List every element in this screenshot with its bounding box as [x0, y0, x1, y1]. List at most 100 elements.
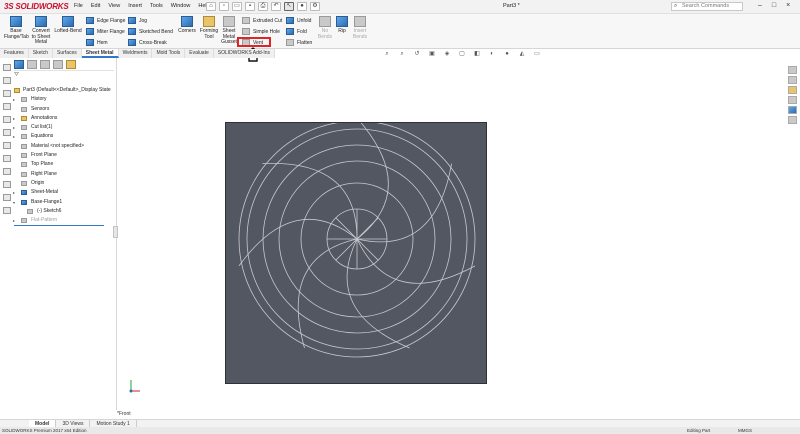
unfold-button[interactable]: Unfold [286, 17, 311, 24]
menu-tools[interactable]: Tools [150, 3, 163, 9]
view-palette-icon[interactable] [788, 96, 797, 104]
minimize-icon[interactable]: – [758, 2, 762, 9]
tree-expander-icon[interactable]: ▸ [13, 95, 15, 104]
menu-file[interactable]: File [74, 3, 83, 9]
options-icon[interactable]: ⚙ [310, 2, 320, 11]
tab-sheet-metal[interactable]: Sheet Metal [81, 49, 119, 58]
tree-expander-icon[interactable]: ▸ [13, 123, 15, 132]
configuration-manager-icon[interactable] [40, 60, 50, 69]
tree-item[interactable]: Material <not specified> [0, 142, 117, 151]
tree-item[interactable]: Right Plane [0, 170, 117, 179]
extruded-cut-button[interactable]: Extruded Cut [242, 17, 282, 24]
tree-tool-icon[interactable] [3, 64, 11, 71]
home-icon[interactable]: ⌂ [206, 2, 216, 11]
tree-expander-icon[interactable]: ▸ [13, 188, 15, 197]
tree-collapse-handle[interactable] [113, 226, 118, 238]
search-input[interactable]: ⌕ Search Commands [671, 2, 743, 11]
filter-icon[interactable]: ⛛ [14, 72, 19, 79]
corners-button[interactable]: Corners [177, 16, 197, 35]
appearances-icon[interactable] [788, 106, 797, 114]
dynamic-annotation-icon[interactable]: ◈ [442, 51, 452, 58]
lofted-bend-button[interactable]: Lofted-Bend [54, 16, 82, 35]
apply-scene-icon[interactable]: ◭ [517, 51, 527, 58]
tree-item[interactable]: Top Plane [0, 160, 117, 169]
tab-surfaces[interactable]: Surfaces [53, 49, 82, 58]
design-library-icon[interactable] [788, 76, 797, 84]
no-bends-button[interactable]: No Bends [316, 16, 334, 40]
tab-add-ins[interactable]: SOLIDWORKS Add-Ins [213, 49, 276, 58]
tree-tool-icon[interactable] [3, 90, 11, 97]
sketched-bend-button[interactable]: Sketched Bend [128, 28, 173, 35]
solidworks-resources-icon[interactable] [788, 66, 797, 74]
tree-item[interactable]: ▾ Base-Flange1 [0, 198, 117, 207]
solidworks-logo[interactable]: 3S SOLIDWORKS [4, 2, 69, 11]
miter-flange-button[interactable]: Miter Flange [86, 28, 125, 35]
tab-sketch[interactable]: Sketch [28, 49, 54, 58]
tree-item[interactable]: ▸ Cut list(1) [0, 123, 117, 132]
maximize-icon[interactable]: □ [772, 2, 776, 9]
tree-root[interactable]: Part3 (Default<<Default>_Display State [0, 86, 117, 95]
fold-button[interactable]: Fold [286, 28, 307, 35]
tree-tool-icon[interactable] [3, 155, 11, 162]
tree-expander-icon[interactable]: ▸ [13, 216, 15, 225]
insert-bends-button[interactable]: Insert Bends [351, 16, 369, 40]
tree-item[interactable]: ▸ Equations [0, 132, 117, 141]
section-view-icon[interactable]: ▣ [427, 51, 437, 58]
tree-expander-icon[interactable]: ▸ [13, 114, 15, 123]
hide-show-items-icon[interactable]: ◐ [487, 51, 497, 58]
tree-tool-icon[interactable] [3, 168, 11, 175]
tree-tool-icon[interactable] [3, 207, 11, 214]
tab-mold-tools[interactable]: Mold Tools [152, 49, 186, 58]
new-document-icon[interactable]: ▫ [219, 2, 229, 11]
save-icon[interactable]: ▪ [245, 2, 255, 11]
previous-view-icon[interactable]: ↺ [412, 51, 422, 58]
tree-expander-icon[interactable]: ▸ [13, 132, 15, 141]
hem-button[interactable]: Hem [86, 39, 108, 46]
vent-sketch[interactable] [226, 117, 488, 385]
display-style-icon[interactable]: ◧ [472, 51, 482, 58]
close-icon[interactable]: × [786, 2, 790, 9]
feature-manager-icon[interactable] [14, 60, 24, 69]
tree-tool-icon[interactable] [3, 116, 11, 123]
property-manager-icon[interactable] [27, 60, 37, 69]
tree-item[interactable]: (-) Sketch6 [0, 207, 117, 216]
menu-edit[interactable]: Edit [91, 3, 100, 9]
tree-item[interactable]: Sensors [0, 105, 117, 114]
zoom-to-fit-icon[interactable]: ⌕ [382, 51, 392, 58]
tree-expander-icon[interactable]: ▾ [13, 198, 15, 207]
undo-icon[interactable]: ↶ [271, 2, 281, 11]
tree-tool-icon[interactable] [3, 181, 11, 188]
dimxpert-icon[interactable] [53, 60, 63, 69]
edge-flange-button[interactable]: Edge Flange [86, 17, 125, 24]
file-explorer-icon[interactable] [788, 86, 797, 94]
rip-button[interactable]: Rip [335, 16, 349, 35]
simple-hole-button[interactable]: Simple Hole [242, 28, 280, 35]
open-icon[interactable]: ▭ [232, 2, 242, 11]
jog-button[interactable]: Jog [128, 17, 147, 24]
menu-insert[interactable]: Insert [128, 3, 142, 9]
base-flange-button[interactable]: Base Flange/Tab [4, 16, 29, 40]
tree-item[interactable]: Front Plane [0, 151, 117, 160]
zoom-area-icon[interactable]: ⌕ [397, 51, 407, 58]
tab-features[interactable]: Features [0, 49, 29, 58]
menu-window[interactable]: Window [171, 3, 191, 9]
tree-item[interactable]: Origin [0, 179, 117, 188]
cross-break-button[interactable]: Cross-Break [128, 39, 167, 46]
tree-item[interactable]: ▸ Flat-Pattern [0, 216, 117, 225]
select-icon[interactable]: ↖ [284, 2, 294, 11]
tree-tool-icon[interactable] [3, 194, 11, 201]
tree-tool-icon[interactable] [3, 142, 11, 149]
tree-tool-icon[interactable] [3, 129, 11, 136]
tab-evaluate[interactable]: Evaluate [185, 49, 214, 58]
tree-tool-icon[interactable] [3, 77, 11, 84]
sheet-metal-plate[interactable] [225, 117, 488, 385]
display-manager-icon[interactable] [66, 60, 76, 69]
tab-weldments[interactable]: Weldments [118, 49, 153, 58]
view-orientation-icon[interactable]: ▢ [457, 51, 467, 58]
print-icon[interactable]: ⎙ [258, 2, 268, 11]
units-text[interactable]: MMGS [738, 427, 752, 434]
edit-appearance-icon[interactable]: ● [502, 51, 512, 58]
view-settings-icon[interactable]: ▭ [532, 51, 542, 58]
forming-tool-button[interactable]: Forming Tool [199, 16, 219, 40]
tree-item[interactable]: ▸ History [0, 95, 117, 104]
